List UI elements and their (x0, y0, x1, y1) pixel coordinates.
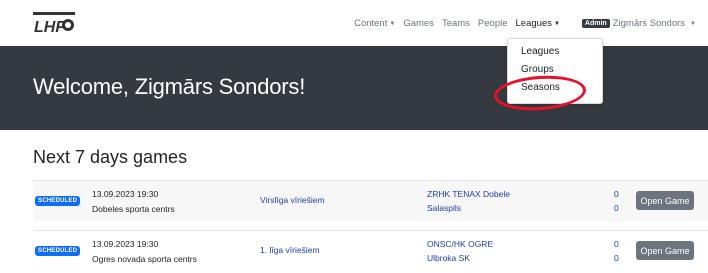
user-name: Zigmārs Sondors (612, 18, 686, 29)
games-section-title: Next 7 days games (33, 147, 188, 167)
game-teams: ONSC/HK OGRE Ulbroka SK (427, 237, 493, 265)
status-badge: SCHEDULED (35, 246, 81, 256)
user-menu[interactable]: Admin Zigmārs Sondors ▼ (581, 18, 696, 29)
nav-people[interactable]: People (478, 18, 508, 29)
home-team-link[interactable]: ZRHK TENAX Dobele (427, 187, 510, 201)
game-scores: 0 0 (614, 237, 619, 265)
open-game-button[interactable]: Open Game (636, 191, 694, 210)
nav-content[interactable]: Content ▼ (354, 18, 395, 29)
away-score: 0 (614, 203, 619, 213)
away-team-link[interactable]: Salaspils (427, 201, 510, 215)
dropdown-item-seasons[interactable]: Seasons (508, 79, 602, 97)
away-team-link[interactable]: Ulbroka SK (427, 251, 493, 265)
home-team-link[interactable]: ONSC/HK OGRE (427, 237, 493, 251)
dropdown-item-leagues[interactable]: Leagues (508, 43, 602, 61)
home-score: 0 (614, 189, 619, 199)
status-badge: SCHEDULED (35, 196, 81, 206)
nav-teams[interactable]: Teams (442, 18, 470, 29)
game-when: 13.09.2023 19:30 Dobeles sporta centrs (92, 187, 175, 217)
nav-leagues[interactable]: Leagues ▼ (516, 18, 560, 29)
game-row: SCHEDULED 13.09.2023 19:30 Dobeles sport… (33, 180, 708, 221)
league-link[interactable]: 1. līga vīriešiem (260, 245, 320, 255)
caret-down-icon: ▼ (389, 21, 396, 27)
dropdown-item-groups[interactable]: Groups (508, 61, 602, 79)
lhf-logo[interactable]: LHF (33, 12, 75, 34)
game-datetime: 13.09.2023 19:30 (92, 239, 159, 249)
game-venue: Dobeles sporta centrs (92, 204, 175, 214)
game-row: SCHEDULED 13.09.2023 19:30 Ogres novada … (33, 230, 708, 271)
main-nav: Content ▼ Games Teams People Leagues ▼ Adm… (346, 18, 696, 29)
game-venue: Ogres novada sporta centrs (92, 254, 197, 264)
top-navbar: LHF Content ▼ Games Teams People Leagues ▼… (0, 0, 708, 44)
admin-badge: Admin (581, 19, 610, 28)
home-score: 0 (614, 239, 619, 249)
game-scores: 0 0 (614, 187, 619, 215)
nav-games[interactable]: Games (403, 18, 434, 29)
open-game-button[interactable]: Open Game (636, 241, 694, 260)
game-teams: ZRHK TENAX Dobele Salaspils (427, 187, 510, 215)
league-link[interactable]: Virslīga vīriešiem (260, 195, 325, 205)
caret-down-icon: ▼ (690, 21, 696, 27)
caret-down-icon: ▼ (553, 21, 560, 27)
leagues-dropdown-menu: Leagues Groups Seasons (507, 38, 603, 104)
svg-text:LHF: LHF (34, 19, 66, 34)
away-score: 0 (614, 253, 619, 263)
game-datetime: 13.09.2023 19:30 (92, 189, 159, 199)
welcome-title: Welcome, Zigmārs Sondors! (33, 74, 306, 99)
game-when: 13.09.2023 19:30 Ogres novada sporta cen… (92, 237, 197, 267)
